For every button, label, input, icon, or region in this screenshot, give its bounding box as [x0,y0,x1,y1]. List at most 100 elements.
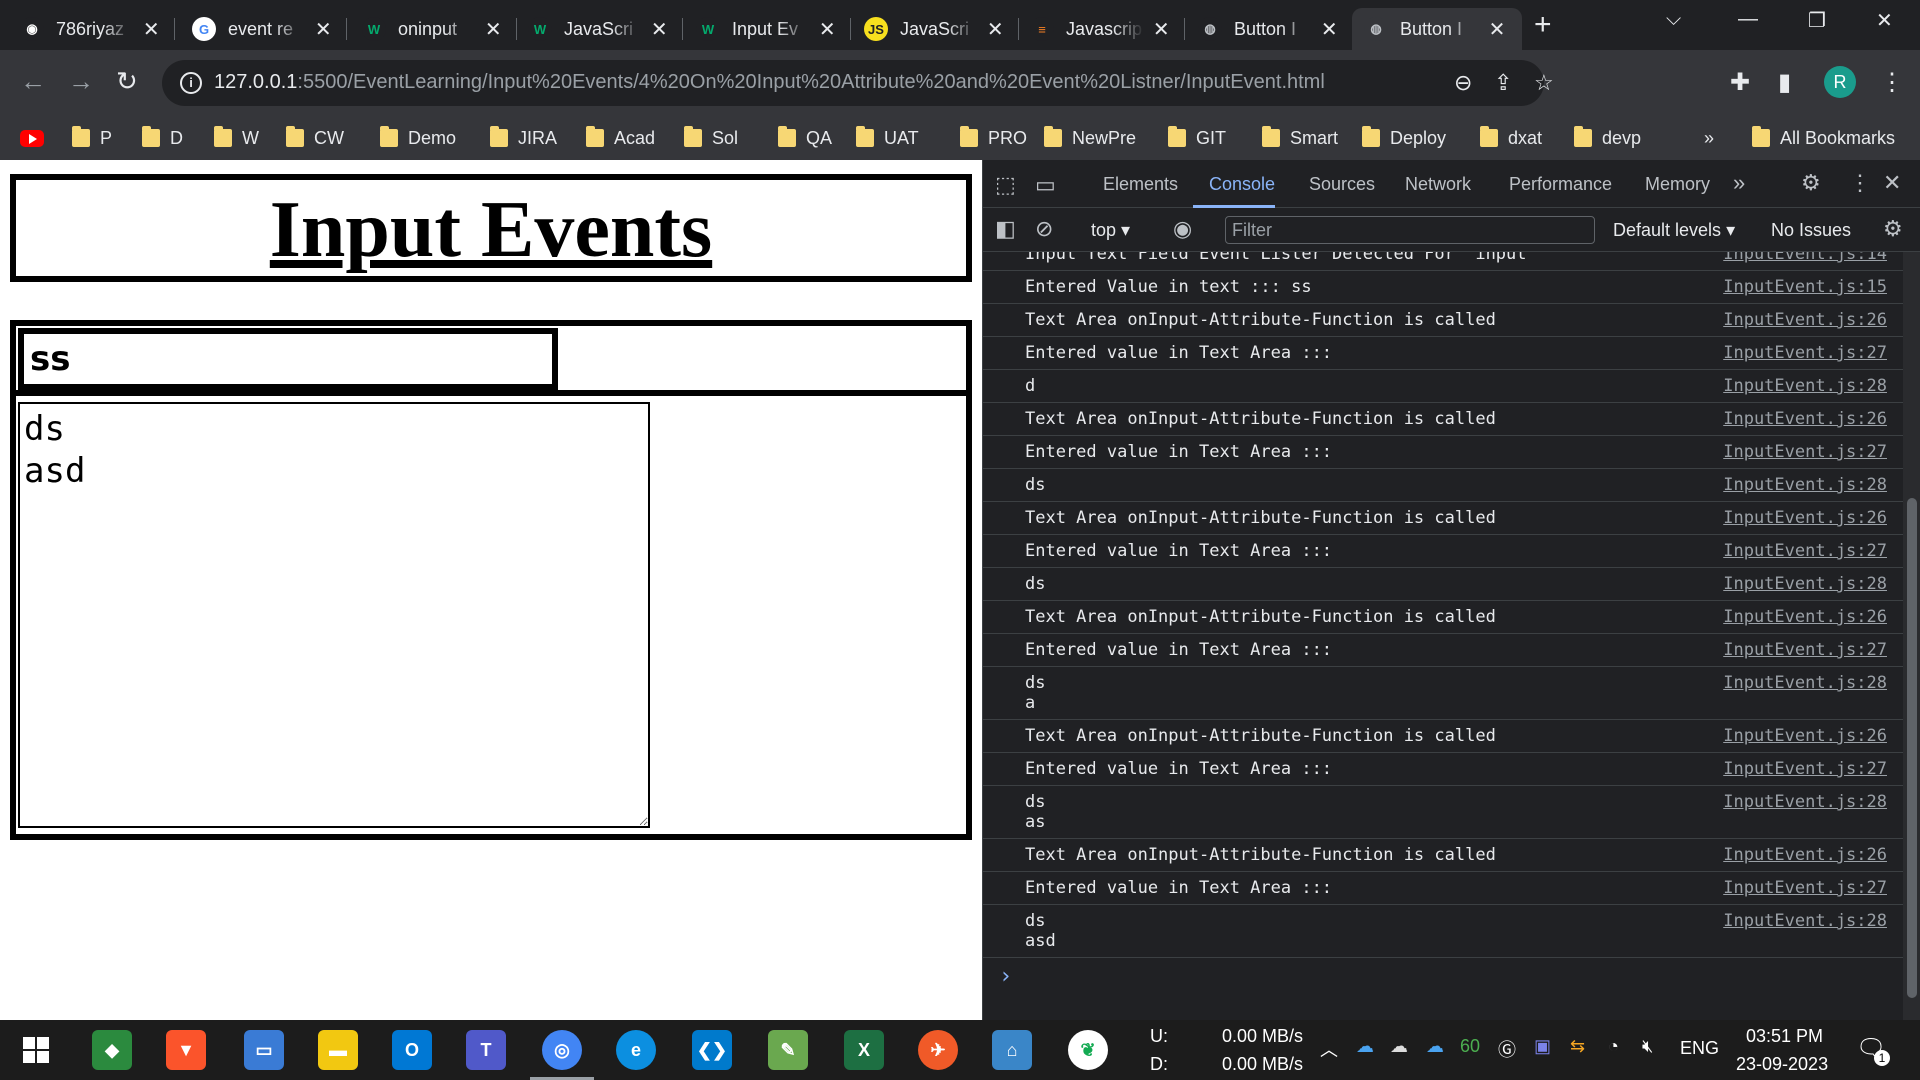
bookmark-folder[interactable]: JIRA [490,125,557,151]
restore-button[interactable]: ❐ [1808,8,1826,33]
tab-search-icon[interactable]: ⌵ [1666,8,1681,31]
clear-console-icon[interactable]: ⊘ [1035,216,1053,242]
bookmark-youtube[interactable] [20,125,44,151]
address-bar[interactable]: i 127.0.0.1:5500/EventLearning/Input%20E… [162,60,1554,106]
log-source-link[interactable]: InputEvent.js:26 [1723,310,1887,330]
log-source-link[interactable]: InputEvent.js:26 [1723,607,1887,627]
scrollbar-thumb[interactable] [1907,498,1917,998]
devtools-tab-performance[interactable]: Performance [1509,174,1612,195]
tab-close-icon[interactable]: ✕ [648,17,670,42]
notepad-icon[interactable]: ✎ [768,1030,808,1070]
grammarly-icon[interactable]: Ⓖ [1498,1036,1516,1062]
log-source-link[interactable]: InputEvent.js:14 [1723,252,1887,264]
bookmark-folder[interactable]: CW [286,125,344,151]
browser-tab[interactable]: Woninput ✕ [350,8,517,50]
language-indicator[interactable]: ENG [1680,1038,1719,1059]
browser-tab[interactable]: W JavaScri ✕ [516,8,683,50]
back-button[interactable]: ← [20,66,46,96]
network-app-icon[interactable]: ⌂ [992,1030,1032,1070]
site-info-icon[interactable]: i [180,72,202,94]
address-url[interactable]: 127.0.0.1:5500/EventLearning/Input%20Eve… [214,71,1325,94]
onedrive-personal-icon[interactable]: ☁ [1390,1036,1408,1057]
bookmark-folder[interactable]: Acad [586,125,655,151]
chrome-taskbar-icon[interactable]: ◎ [530,1030,594,1080]
browser-tab[interactable]: W Input Ev ✕ [684,8,851,50]
log-source-link[interactable]: InputEvent.js:28 [1723,792,1887,812]
bookmark-folder[interactable]: devp [1574,125,1641,151]
side-panel-icon[interactable]: ▮ [1778,68,1791,97]
settings-gear-icon[interactable]: ⚙ [1801,170,1821,196]
edge-icon[interactable]: e [616,1030,656,1070]
devtools-menu-icon[interactable]: ⋮ [1849,170,1871,196]
app-icon-1[interactable]: ◆ [92,1030,132,1070]
devtools-tab-network[interactable]: Network [1405,174,1471,195]
bookmark-folder[interactable]: W [214,125,259,151]
windows-start-icon[interactable] [16,1030,56,1070]
bookmark-folder[interactable]: P [72,125,112,151]
clock-date[interactable]: 23-09-2023 [1736,1054,1828,1075]
browser-tab[interactable]: ◍ Button I ✕ [1186,8,1353,50]
bookmarks-overflow-button[interactable]: » [1704,125,1714,151]
chrome-menu-icon[interactable]: ⋮ [1880,68,1904,97]
tab-close-icon[interactable]: ✕ [482,17,504,42]
sync-tray-icon[interactable]: ⇆ [1570,1036,1585,1057]
log-source-link[interactable]: InputEvent.js:27 [1723,442,1887,462]
desktop-app-icon[interactable]: ▭ [244,1030,284,1070]
context-selector[interactable]: top ▾ [1091,220,1130,241]
log-source-link[interactable]: InputEvent.js:28 [1723,673,1887,693]
close-devtools-icon[interactable]: ✕ [1883,170,1901,196]
wifi-icon[interactable]: ◔ [1608,1036,1619,1057]
tab-close-icon[interactable]: ✕ [1318,17,1340,42]
tab-close-icon[interactable]: ✕ [984,17,1006,42]
text-input[interactable] [18,328,558,390]
tray-expand-icon[interactable]: ︿ [1320,1036,1338,1062]
devtools-tab-sources[interactable]: Sources [1309,174,1375,195]
devtools-tab-elements[interactable]: Elements [1103,174,1178,195]
bookmark-folder[interactable]: Sol [684,125,738,151]
bookmark-folder[interactable]: Smart [1262,125,1338,151]
bookmark-folder[interactable]: Deploy [1362,125,1446,151]
log-levels-dropdown[interactable]: Default levels ▾ [1613,220,1735,241]
teams-icon[interactable]: T [466,1030,506,1070]
console-settings-gear-icon[interactable]: ⚙ [1883,216,1903,242]
log-source-link[interactable]: InputEvent.js:28 [1723,376,1887,396]
log-source-link[interactable]: InputEvent.js:27 [1723,640,1887,660]
console-prompt-icon[interactable]: › [999,964,1903,989]
weather-temp[interactable]: 60 [1460,1036,1480,1057]
all-bookmarks[interactable]: All Bookmarks [1752,125,1895,151]
bookmark-folder[interactable]: Demo [380,125,456,151]
postman-icon[interactable]: ✈ [918,1030,958,1070]
browser-tab[interactable]: JS JavaScri ✕ [852,8,1019,50]
live-expression-eye-icon[interactable]: ◉ [1173,216,1192,242]
browser-tab[interactable]: ◉ 786riyaz ✕ [8,8,175,50]
bookmark-folder[interactable]: D [142,125,183,151]
devtools-tab-memory[interactable]: Memory [1645,174,1710,195]
log-source-link[interactable]: InputEvent.js:27 [1723,541,1887,561]
bookmark-folder[interactable]: GIT [1168,125,1226,151]
volume-muted-icon[interactable]: 🔇︎ [1642,1036,1653,1057]
bookmark-folder[interactable]: PRO [960,125,1027,151]
clock-time[interactable]: 03:51 PM [1746,1026,1823,1047]
console-filter-input[interactable]: Filter [1225,216,1595,244]
onedrive-icon[interactable]: ☁ [1356,1036,1374,1057]
inspect-element-icon[interactable]: ⬚ [995,172,1016,198]
teams-tray-icon[interactable]: ▣ [1534,1036,1551,1057]
tab-close-icon[interactable]: ✕ [312,17,334,42]
share-icon[interactable]: ⇪ [1494,70,1512,96]
log-source-link[interactable]: InputEvent.js:26 [1723,508,1887,528]
brave-browser-icon[interactable]: ▼ [166,1030,206,1070]
log-source-link[interactable]: InputEvent.js:27 [1723,343,1887,363]
text-area[interactable] [18,402,650,828]
log-source-link[interactable]: InputEvent.js:15 [1723,277,1887,297]
more-tabs-icon[interactable]: » [1733,170,1745,196]
log-source-link[interactable]: InputEvent.js:27 [1723,878,1887,898]
browser-tab[interactable]: ≡ Javascrip ✕ [1018,8,1185,50]
tab-close-icon[interactable]: ✕ [1150,17,1172,42]
devtools-tab-console[interactable]: Console [1209,174,1275,195]
minimize-button[interactable]: — [1738,8,1758,31]
bookmark-folder[interactable]: QA [778,125,832,151]
zoom-icon[interactable]: ⊖ [1454,70,1472,96]
close-window-button[interactable]: ✕ [1876,8,1893,33]
log-source-link[interactable]: InputEvent.js:26 [1723,409,1887,429]
log-source-link[interactable]: InputEvent.js:26 [1723,845,1887,865]
